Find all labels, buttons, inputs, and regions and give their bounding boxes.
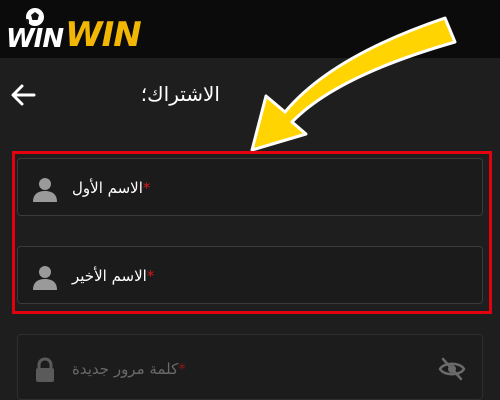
winwin-logo[interactable]: WIN WIN [6, 8, 142, 55]
required-mark: * [178, 360, 186, 378]
last-name-label: *الاسم الأخير [72, 267, 154, 285]
lock-icon [36, 357, 54, 382]
signup-page: WIN WIN الاشتراك؛ *الاسم الأول *الاسم ال… [0, 0, 500, 400]
last-name-label-text: الاسم الأخير [72, 267, 147, 285]
user-icon [33, 266, 57, 290]
eye-off-icon[interactable] [438, 357, 466, 381]
required-mark: * [142, 179, 151, 197]
page-header: الاشتراك؛ [0, 58, 500, 138]
user-icon [33, 178, 57, 202]
arrow-left-icon[interactable] [8, 80, 38, 110]
last-name-field[interactable]: *الاسم الأخير [17, 246, 483, 304]
first-name-label: *الاسم الأول [72, 179, 150, 197]
brand-bar: WIN WIN [0, 0, 500, 58]
required-mark: * [146, 267, 155, 285]
logo-text-win-yellow: WIN [65, 15, 142, 55]
first-name-field[interactable]: *الاسم الأول [17, 158, 483, 216]
soccer-ball-icon [26, 8, 44, 26]
new-password-field[interactable]: *كلمة مرور جديدة [17, 334, 483, 400]
first-name-label-text: الاسم الأول [72, 179, 143, 197]
new-password-label: *كلمة مرور جديدة [72, 360, 186, 378]
page-title: الاشتراك؛ [140, 82, 220, 106]
logo-text-win-white: WIN [6, 24, 64, 54]
new-password-label-text: كلمة مرور جديدة [72, 360, 179, 378]
